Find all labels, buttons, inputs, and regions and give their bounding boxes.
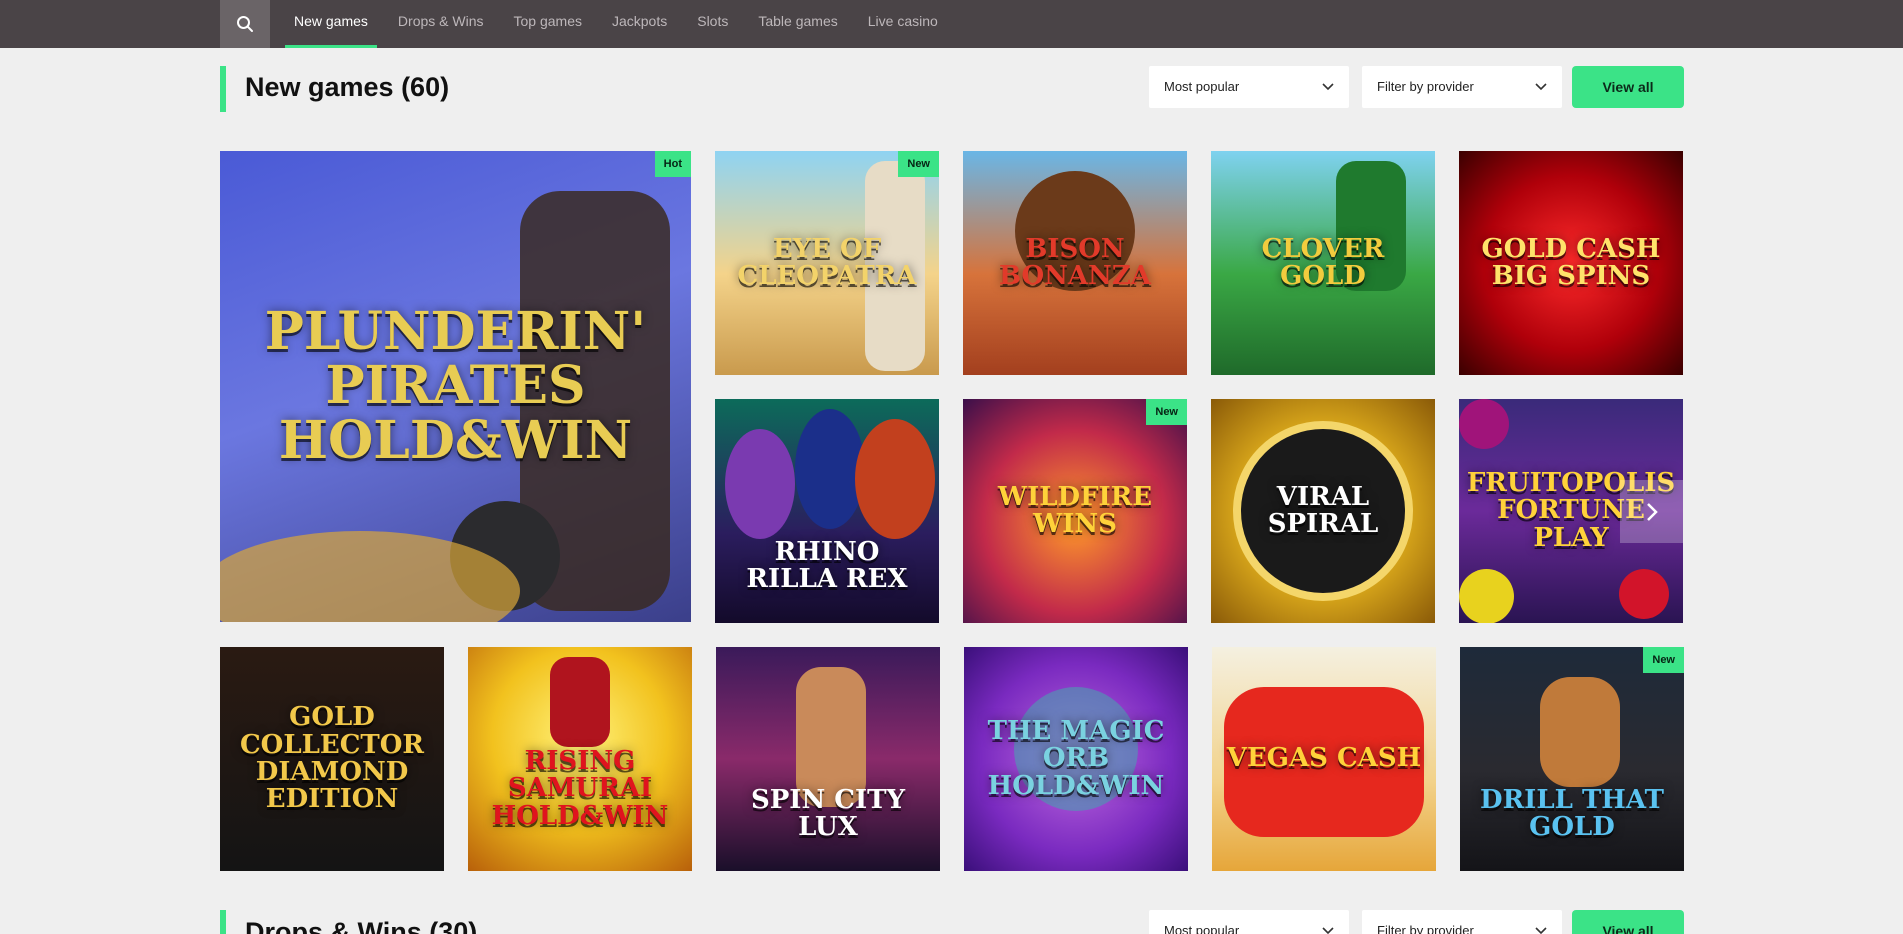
view-all-button[interactable]: View all [1572, 910, 1684, 934]
sort-dropdown[interactable]: Most popular [1149, 910, 1349, 934]
game-tile[interactable]: Plunderin' Pirates Hold&Win Hot [220, 151, 691, 622]
game-title: Gold Cash Big Spins [1481, 233, 1661, 291]
game-title: Drill That Gold [1480, 784, 1664, 842]
tab-live-casino[interactable]: Live casino [859, 0, 947, 48]
game-tile[interactable]: Gold Collector Diamond Edition [220, 647, 444, 871]
tab-new-games[interactable]: New games [285, 0, 377, 48]
game-tile[interactable]: Gold Cash Big Spins [1459, 151, 1683, 375]
game-title: Clover Gold [1261, 233, 1385, 291]
carousel-next-button[interactable] [1620, 480, 1683, 543]
tab-jackpots[interactable]: Jackpots [603, 0, 676, 48]
game-tile[interactable]: Drill That Gold New [1460, 647, 1684, 871]
view-all-button[interactable]: View all [1572, 66, 1684, 108]
search-button[interactable] [220, 0, 270, 48]
game-title: The Magic Orb Hold&Win [987, 716, 1165, 801]
game-tile[interactable]: Viral Spiral [1211, 399, 1435, 623]
game-tile[interactable]: Rising Samurai Hold&Win [468, 647, 692, 871]
game-title: Rising Samurai Hold&Win [491, 746, 669, 831]
game-title: Rhino Rilla Rex [746, 536, 908, 594]
provider-filter-dropdown[interactable]: Filter by provider [1362, 66, 1562, 108]
game-title: Gold Collector Diamond Edition [239, 702, 425, 815]
sort-dropdown-label: Most popular [1164, 79, 1240, 94]
top-nav: New games Drops & Wins Top games Jackpot… [0, 0, 1903, 48]
game-title: Eye of Cleopatra [737, 233, 917, 291]
game-tile[interactable]: Clover Gold [1211, 151, 1435, 375]
game-tile[interactable]: Vegas Cash [1212, 647, 1436, 871]
section-title: Drops & Wins (30) [245, 917, 478, 934]
chevron-right-icon [1646, 502, 1658, 521]
provider-filter-label: Filter by provider [1377, 923, 1474, 934]
provider-filter-label: Filter by provider [1377, 79, 1474, 94]
tab-slots[interactable]: Slots [688, 0, 737, 48]
game-tile[interactable]: Spin City Lux [716, 647, 940, 871]
search-icon [237, 16, 253, 32]
chevron-down-icon [1322, 83, 1334, 91]
game-tile[interactable]: Wildfire Wins New [963, 399, 1187, 623]
game-title: Bison Bonanza [999, 233, 1151, 291]
game-tile[interactable]: The Magic Orb Hold&Win [964, 647, 1188, 871]
provider-filter-dropdown[interactable]: Filter by provider [1362, 910, 1562, 934]
tab-drops-wins[interactable]: Drops & Wins [389, 0, 493, 48]
game-title: Plunderin' Pirates Hold&Win [264, 300, 647, 471]
hot-badge: Hot [654, 151, 691, 177]
section-accent-bar [220, 66, 226, 112]
chevron-down-icon [1535, 83, 1547, 91]
section-title: New games (60) [245, 72, 450, 102]
new-badge: New [1643, 647, 1684, 673]
tab-table-games[interactable]: Table games [749, 0, 846, 48]
game-title: Spin City Lux [750, 784, 906, 842]
section-accent-bar [220, 910, 226, 934]
category-tabs: New games Drops & Wins Top games Jackpot… [285, 0, 959, 48]
game-tile[interactable]: Rhino Rilla Rex [715, 399, 939, 623]
game-tile[interactable]: Bison Bonanza [963, 151, 1187, 375]
new-badge: New [1146, 399, 1187, 425]
sort-dropdown[interactable]: Most popular [1149, 66, 1349, 108]
tab-top-games[interactable]: Top games [505, 0, 591, 48]
game-title: Viral Spiral [1267, 481, 1379, 539]
sort-dropdown-label: Most popular [1164, 923, 1240, 934]
chevron-down-icon [1322, 927, 1334, 934]
game-tile[interactable]: Eye of Cleopatra New [715, 151, 939, 375]
new-badge: New [898, 151, 939, 177]
game-title: Vegas Cash [1226, 743, 1422, 774]
game-title: Wildfire Wins [997, 481, 1153, 539]
chevron-down-icon [1535, 927, 1547, 934]
